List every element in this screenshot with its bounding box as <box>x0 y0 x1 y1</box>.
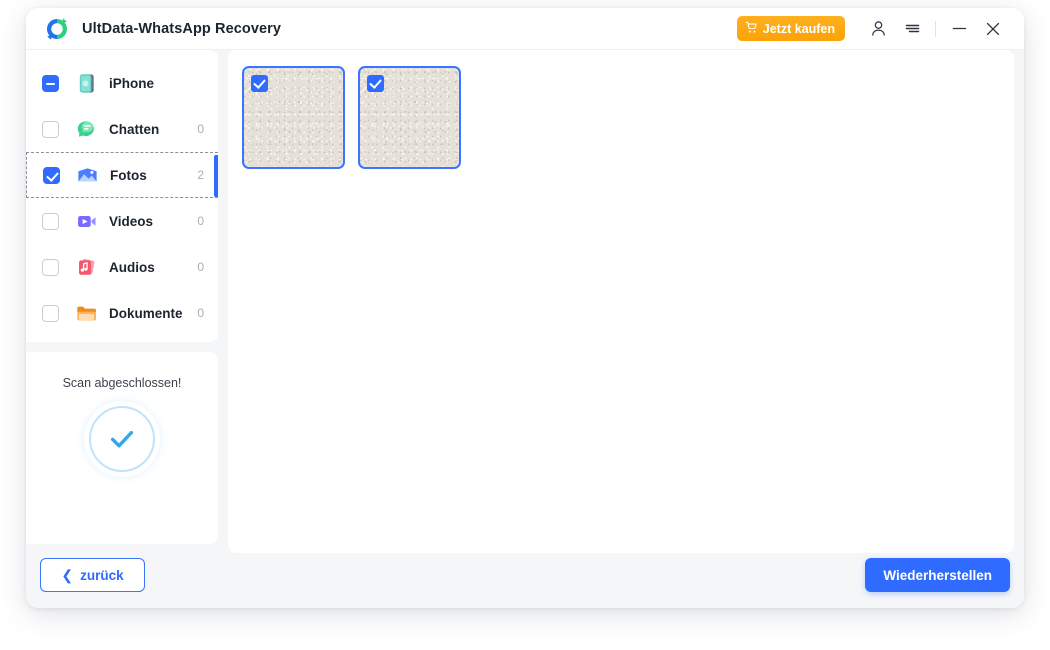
sidebar-item-chatten[interactable]: Chatten 0 <box>26 106 218 152</box>
content-panel <box>228 50 1014 553</box>
sidebar-count-audios: 0 <box>197 260 204 274</box>
user-icon[interactable] <box>861 14 895 44</box>
photo-thumbnail[interactable] <box>358 66 461 169</box>
checkbox-audios[interactable] <box>42 258 59 276</box>
sidebar-count-videos: 0 <box>197 214 204 228</box>
scan-status-card: Scan abgeschlossen! <box>26 352 218 544</box>
buy-now-label: Jetzt kaufen <box>762 21 835 36</box>
titlebar-divider <box>935 20 936 37</box>
sidebar-item-iphone[interactable]: iPhone <box>26 60 218 106</box>
sidebar-label-chatten: Chatten <box>109 121 160 137</box>
sidebar: iPhone Chatten 0 Fotos 2 Videos 0 Audios… <box>26 50 218 544</box>
chat-bubble-icon <box>74 117 98 141</box>
title-bar-controls: Jetzt kaufen <box>736 14 1024 44</box>
sidebar-categories-card: iPhone Chatten 0 Fotos 2 Videos 0 Audios… <box>26 50 218 342</box>
sidebar-label-fotos: Fotos <box>110 167 147 183</box>
sidebar-count-dokumente: 0 <box>197 306 204 320</box>
checkbox-chatten[interactable] <box>42 120 59 138</box>
title-bar: UltData-WhatsApp Recovery Jetzt kaufen <box>26 8 1024 50</box>
close-icon[interactable] <box>976 14 1010 44</box>
photo-checkbox[interactable] <box>367 75 384 92</box>
sidebar-label-dokumente: Dokumente <box>109 305 183 321</box>
sidebar-item-fotos[interactable]: Fotos 2 <box>26 152 218 198</box>
sidebar-count-chatten: 0 <box>197 122 204 136</box>
buy-now-button[interactable]: Jetzt kaufen <box>736 16 845 41</box>
sidebar-label-iphone: iPhone <box>109 75 155 91</box>
app-title: UltData-WhatsApp Recovery <box>82 20 282 37</box>
hamburger-menu-icon[interactable] <box>895 14 929 44</box>
cart-icon <box>745 21 758 37</box>
sidebar-item-audios[interactable]: Audios 0 <box>26 244 218 290</box>
checkbox-iphone[interactable] <box>42 74 59 92</box>
checkbox-fotos[interactable] <box>43 166 60 184</box>
photo-thumbnail[interactable] <box>242 66 345 169</box>
app-body: iPhone Chatten 0 Fotos 2 Videos 0 Audios… <box>26 50 1024 608</box>
folder-icon <box>74 301 98 325</box>
scan-status-text: Scan abgeschlossen! <box>62 376 182 390</box>
photo-icon <box>75 163 99 187</box>
sidebar-count-fotos: 2 <box>197 168 204 182</box>
footer-bar: ❮ zurück Wiederherstellen <box>26 553 1024 608</box>
chevron-left-icon: ❮ <box>61 567 74 583</box>
photo-grid <box>228 50 1014 169</box>
iphone-device-icon <box>74 71 98 95</box>
checkbox-dokumente[interactable] <box>42 304 59 322</box>
sidebar-label-audios: Audios <box>109 259 155 275</box>
photo-checkbox[interactable] <box>251 75 268 92</box>
minimize-icon[interactable] <box>942 14 976 44</box>
back-button[interactable]: ❮ zurück <box>40 558 145 592</box>
refresh-circle-logo <box>44 16 70 42</box>
sidebar-label-videos: Videos <box>109 213 154 229</box>
back-button-label: zurück <box>80 567 124 583</box>
video-icon <box>74 209 98 233</box>
checkbox-videos[interactable] <box>42 212 59 230</box>
app-window: UltData-WhatsApp Recovery Jetzt kaufen i… <box>26 8 1024 608</box>
music-icon <box>74 255 98 279</box>
check-circle-icon <box>89 406 155 472</box>
sidebar-item-videos[interactable]: Videos 0 <box>26 198 218 244</box>
recover-button[interactable]: Wiederherstellen <box>865 558 1010 592</box>
sidebar-item-dokumente[interactable]: Dokumente 0 <box>26 290 218 336</box>
